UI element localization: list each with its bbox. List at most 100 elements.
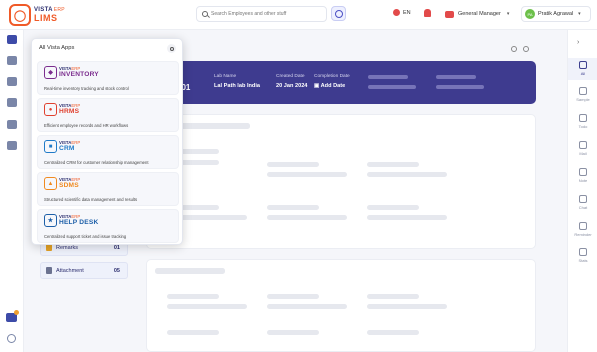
- placeholder-bar: [436, 75, 476, 79]
- lab-name-value: Lal Path lab India: [214, 82, 261, 89]
- language-label: EN: [403, 9, 411, 16]
- placeholder-bar: [155, 268, 225, 274]
- app-description: Efficient employee records and HR workfl…: [44, 123, 129, 128]
- app-logo: ▲ VISTAERP SDMS: [44, 177, 80, 190]
- placeholder-bar: [367, 294, 419, 299]
- app-card-sdms[interactable]: ▲ VISTAERP SDMS Structured scientific dat…: [37, 172, 179, 206]
- app-card-crm[interactable]: ■ VISTAERP CRM Centralized CRM for custom…: [37, 135, 179, 169]
- people-icon[interactable]: [7, 35, 17, 44]
- chevron-right-icon[interactable]: ›: [577, 39, 579, 46]
- search-input[interactable]: [211, 11, 326, 17]
- logo-text: VISTAERP LIMS: [34, 7, 65, 23]
- tools-icon[interactable]: [7, 141, 17, 150]
- lab-name-field: Lab Name Lal Path lab India: [214, 74, 260, 91]
- list-item-count: 05: [113, 267, 120, 274]
- refresh-icon[interactable]: [511, 46, 517, 52]
- inbox-icon[interactable]: [7, 98, 17, 107]
- lims-logo[interactable]: ◯ VISTAERP LIMS: [9, 4, 65, 26]
- placeholder-bar: [368, 75, 408, 79]
- tool-label: Chat: [578, 205, 588, 210]
- tool-label: Note: [578, 178, 588, 183]
- pie-icon: [579, 248, 587, 256]
- pin-icon[interactable]: [7, 56, 17, 65]
- language-selector[interactable]: EN: [393, 9, 411, 16]
- pencil-icon: [579, 168, 587, 176]
- placeholder-bar: [267, 330, 319, 335]
- explore-button[interactable]: [331, 6, 346, 21]
- add-date-button[interactable]: ▣ Add Date: [314, 83, 350, 91]
- list-item-attachment[interactable]: Attachment 05: [40, 262, 128, 279]
- page-actions: [511, 46, 529, 52]
- app-logo: ◆ VISTAERP INVENTORY: [44, 66, 99, 79]
- list-item-count: 01: [113, 244, 120, 251]
- tool-stats[interactable]: Stats: [568, 248, 597, 263]
- app-card-inventory[interactable]: ◆ VISTAERP INVENTORY Real-time inventory …: [37, 61, 179, 95]
- user-menu[interactable]: PA Pratik Agrawal ▾: [521, 6, 591, 22]
- settings-icon[interactable]: [7, 334, 16, 343]
- popup-title: All Vista Apps: [39, 45, 75, 51]
- avatar: PA: [525, 9, 535, 19]
- created-date-value: 20 Jan 2024: [276, 82, 308, 89]
- tool-label: All: [580, 71, 586, 76]
- notification-bell-icon[interactable]: [424, 9, 431, 17]
- tool-label: Reminder: [574, 232, 592, 237]
- apps-launcher-icon[interactable]: [6, 310, 19, 322]
- popup-search-button[interactable]: [167, 44, 176, 53]
- tool-label: Mail: [579, 151, 587, 156]
- placeholder-bar: [367, 172, 447, 177]
- list-item-label: Remarks: [56, 244, 79, 251]
- note-icon: [46, 244, 52, 251]
- collapse-icon[interactable]: [523, 46, 529, 52]
- hrms-icon: ●: [44, 103, 57, 116]
- details-card-2: [146, 259, 536, 352]
- placeholder-bar: [367, 205, 419, 210]
- app-card-helpdesk[interactable]: ★ VISTAERP HELP DESK Centralized support …: [37, 209, 179, 243]
- lab-name-label: Lab Name: [214, 74, 237, 79]
- app-description: Structured scientific data management an…: [44, 197, 138, 202]
- chevron-down-icon: ▾: [506, 11, 510, 17]
- list-item-label: Attachment: [56, 267, 84, 274]
- app-description: Centralized support ticket and issue tra…: [44, 234, 127, 239]
- left-nav-rail: [0, 30, 24, 352]
- tool-todo[interactable]: Todo: [568, 114, 597, 129]
- app-logo: ■ VISTAERP CRM: [44, 140, 80, 153]
- global-search[interactable]: [196, 6, 327, 22]
- tool-mail[interactable]: Mail: [568, 141, 597, 156]
- tool-sample[interactable]: Sample: [568, 87, 597, 102]
- placeholder-bar: [367, 215, 447, 220]
- placeholder-bar: [267, 304, 347, 309]
- role-selector[interactable]: General Manager ▾: [441, 6, 513, 22]
- tool-chat[interactable]: Chat: [568, 195, 597, 210]
- paperclip-icon: [46, 267, 52, 274]
- lab-summary-banner: 001 Lab Name Lal Path lab India Created …: [146, 61, 536, 104]
- completion-date-field[interactable]: Completion Date ▣ Add Date: [314, 74, 350, 91]
- placeholder-bar: [167, 304, 247, 309]
- network-icon[interactable]: [7, 120, 17, 129]
- app-name: SDMS: [59, 181, 79, 189]
- search-icon: [169, 46, 174, 51]
- placeholder-bar: [167, 330, 219, 335]
- document-icon[interactable]: [7, 77, 17, 86]
- user-name: Pratik Agrawal: [538, 11, 574, 17]
- search-icon: [202, 11, 208, 17]
- clock-icon: [579, 222, 587, 230]
- app-name: INVENTORY: [59, 70, 99, 78]
- mail-icon: [579, 141, 587, 149]
- list-icon: [579, 114, 587, 122]
- app-card-hrms[interactable]: ● VISTAERP HRMS Efficient employee record…: [37, 98, 179, 132]
- all-apps-popup: All Vista Apps ◆ VISTAERP INVENTORY Real-…: [31, 38, 183, 245]
- placeholder-bar: [436, 85, 484, 89]
- placeholder-bar: [367, 162, 419, 167]
- chevron-down-icon: ▾: [578, 11, 581, 17]
- placeholder-bar: [167, 294, 219, 299]
- placeholder-bar: [267, 215, 347, 220]
- placeholder-bar: [180, 123, 250, 129]
- sdms-icon: ▲: [44, 177, 57, 190]
- role-label: General Manager: [458, 11, 501, 17]
- tool-note[interactable]: Note: [568, 168, 597, 183]
- tool-all[interactable]: All: [568, 58, 597, 80]
- placeholder-bar: [267, 205, 319, 210]
- app-description: Centralized CRM for customer relationshi…: [44, 160, 149, 165]
- tool-reminder[interactable]: Reminder: [568, 222, 597, 237]
- helpdesk-icon: ★: [44, 214, 57, 227]
